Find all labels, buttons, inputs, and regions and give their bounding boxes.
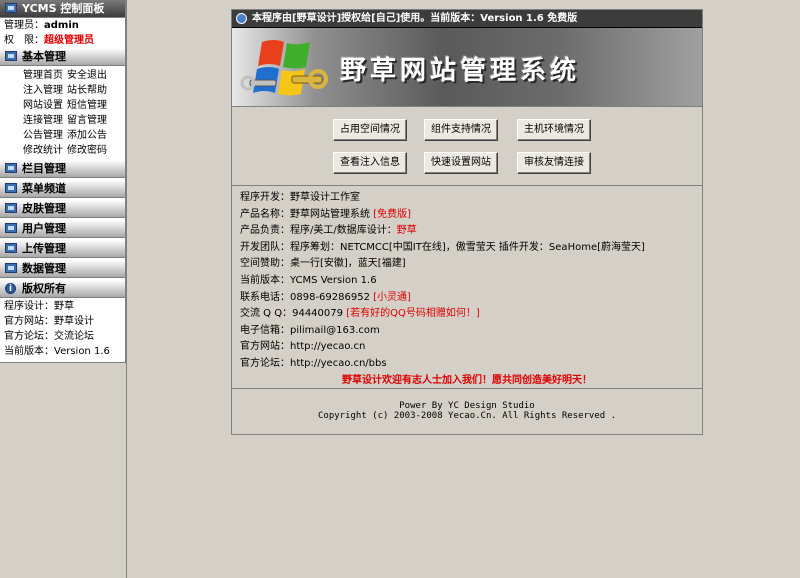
menu-site-settings[interactable]: 网站设置: [23, 100, 63, 111]
sponsor-row: 空间赞助：桌一行[安徽]，蓝天[福建]: [240, 258, 406, 270]
basic-management-menu: 管理首页 安全退出 注入管理 站长帮助 网站设置 短信管理 连接管理 留言管理 公告管理…: [0, 66, 125, 160]
space-usage-button[interactable]: 占用空间情况: [333, 119, 407, 141]
basic-management-header[interactable]: 基本管理: [0, 48, 125, 66]
panel-icon: [5, 183, 17, 193]
section-label: 皮肤管理: [22, 202, 66, 215]
phone-row: 联系电话：0898-69286952 [小灵通]: [240, 290, 702, 307]
website-row[interactable]: 官方网站：http://yecao.cn: [240, 339, 702, 356]
sidebar-panel: YCMS 控制面板 管理员：admin 权 限：超级管理员 基本管理 管理首页安…: [0, 0, 126, 363]
phone-number: 联系电话：0898-69286952: [240, 291, 374, 303]
copyright-header[interactable]: i 版权所有: [0, 280, 125, 298]
developer-row: 程序开发：野草设计工作室: [240, 192, 360, 203]
official-forum-line[interactable]: 官方论坛：交流论坛: [0, 329, 125, 344]
official-site-line[interactable]: 官方网站：野草设计: [0, 314, 125, 329]
banner: 野草网站管理系统: [232, 28, 702, 107]
panel-icon: [5, 263, 17, 273]
product-name: 产品名称：野草网站管理系统: [240, 208, 374, 220]
permission-value: 超级管理员: [44, 35, 94, 46]
menu-links[interactable]: 连接管理: [23, 115, 63, 126]
designer-line: 程序设计：野草: [4, 301, 74, 312]
lead-label: 产品负责：程序/美工/数据库设计：: [240, 225, 397, 237]
footer-powered-by: Power By YC Design Studio: [399, 401, 535, 411]
menu-messages[interactable]: 留言管理: [67, 115, 107, 126]
version-line: 当前版本：Version 1.6: [4, 346, 110, 357]
info-icon: i: [5, 283, 16, 294]
product-name-row: 产品名称：野草网站管理系统 [免费版]: [240, 207, 702, 224]
panel-icon: [5, 243, 17, 253]
panel-icon: [5, 51, 17, 61]
phone-tag: [小灵通]: [373, 291, 411, 303]
panel-icon: [5, 223, 17, 233]
menu-change-password[interactable]: 修改密码: [67, 145, 107, 156]
section-users[interactable]: 用户管理: [0, 220, 125, 238]
section-label: 菜单频道: [22, 182, 66, 195]
qq-row: 交流 Q Q：94440079 [若有好的QQ号码相赠如何！]: [240, 306, 702, 323]
section-label: 用户管理: [22, 222, 66, 235]
license-notice: 本程序由[野草设计]授权给[自己]使用。当前版本：Version 1.6 免费版: [252, 13, 578, 24]
menu-help[interactable]: 站长帮助: [67, 85, 107, 96]
quick-setup-button[interactable]: 快速设置网站: [424, 152, 498, 174]
qq-note: [若有好的QQ号码相赠如何！]: [346, 308, 480, 320]
host-environment-button[interactable]: 主机环境情况: [517, 119, 591, 141]
section-uploads[interactable]: 上传管理: [0, 240, 125, 258]
menu-logout[interactable]: 安全退出: [67, 70, 107, 81]
copyright-info: 程序设计：野草 官方网站：野草设计 官方论坛：交流论坛 当前版本：Version…: [0, 298, 125, 362]
control-panel-title: YCMS 控制面板: [22, 2, 105, 15]
footer-copyright: Copyright (c) 2003-2008 Yecao.Cn. All Ri…: [317, 411, 616, 421]
menu-edit-stats[interactable]: 修改统计: [23, 145, 63, 156]
section-label: 数据管理: [22, 262, 66, 275]
section-columns[interactable]: 栏目管理: [0, 160, 125, 178]
menu-admin-home[interactable]: 管理首页: [23, 70, 63, 81]
menu-add-announcement[interactable]: 添加公告: [67, 130, 107, 141]
sidebar: YCMS 控制面板 管理员：admin 权 限：超级管理员 基本管理 管理首页安…: [0, 0, 127, 578]
component-support-button[interactable]: 组件支持情况: [424, 119, 498, 141]
team-row: 开发团队：程序筹划：NETCMCC[中国IT在线]，傲雪莹天 插件开发：SeaH…: [240, 241, 645, 253]
banner-title: 野草网站管理系统: [340, 56, 581, 86]
section-label: 上传管理: [22, 242, 66, 255]
permission-label: 权 限：: [4, 35, 44, 46]
globe-icon: [236, 13, 247, 24]
section-database[interactable]: 数据管理: [0, 260, 125, 278]
forum-row[interactable]: 官方论坛：http://yecao.cn/bbs: [240, 356, 702, 373]
panel-icon: [5, 203, 17, 213]
welcome-message: 野草设计欢迎有志人士加入我们！愿共同创造美好明天！: [342, 374, 592, 386]
admin-label: 管理员：: [4, 20, 44, 31]
footer: Power By YC Design Studio Copyright (c) …: [232, 388, 702, 434]
panel-icon: [5, 3, 17, 13]
admin-name: admin: [44, 20, 79, 31]
main-panel: 本程序由[野草设计]授权给[自己]使用。当前版本：Version 1.6 免费版…: [231, 9, 703, 435]
qq-number: 交流 Q Q：94440079: [240, 308, 347, 320]
license-notice-bar: 本程序由[野草设计]授权给[自己]使用。当前版本：Version 1.6 免费版: [232, 10, 702, 28]
windows-logo-icon: [240, 40, 328, 96]
section-menu-channels[interactable]: 菜单频道: [0, 180, 125, 198]
copyright-title: 版权所有: [22, 282, 66, 295]
menu-sms[interactable]: 短信管理: [67, 100, 107, 111]
review-links-button[interactable]: 审核友情连接: [517, 152, 591, 174]
section-skins[interactable]: 皮肤管理: [0, 200, 125, 218]
section-label: 栏目管理: [22, 162, 66, 175]
version-row: 当前版本：YCMS Version 1.6: [240, 274, 377, 286]
menu-injection[interactable]: 注入管理: [23, 85, 63, 96]
panel-icon: [5, 163, 17, 173]
email-row[interactable]: 电子信箱：pilimail@163.com: [240, 323, 702, 340]
free-edition-tag: [免费版]: [373, 208, 411, 220]
lead-name: 野草: [396, 225, 417, 237]
control-panel-header: YCMS 控制面板: [0, 0, 125, 18]
menu-announcements[interactable]: 公告管理: [23, 130, 63, 141]
basic-management-title: 基本管理: [22, 50, 66, 63]
lead-row: 产品负责：程序/美工/数据库设计：野草: [240, 223, 702, 240]
action-buttons: 占用空间情况 组件支持情况 主机环境情况 查看注入信息 快速设置网站 审核友情连…: [232, 107, 702, 186]
product-info: 程序开发：野草设计工作室 产品名称：野草网站管理系统 [免费版] 产品负责：程序…: [232, 186, 702, 389]
admin-info: 管理员：admin 权 限：超级管理员: [0, 18, 125, 48]
view-injection-button[interactable]: 查看注入信息: [333, 152, 407, 174]
